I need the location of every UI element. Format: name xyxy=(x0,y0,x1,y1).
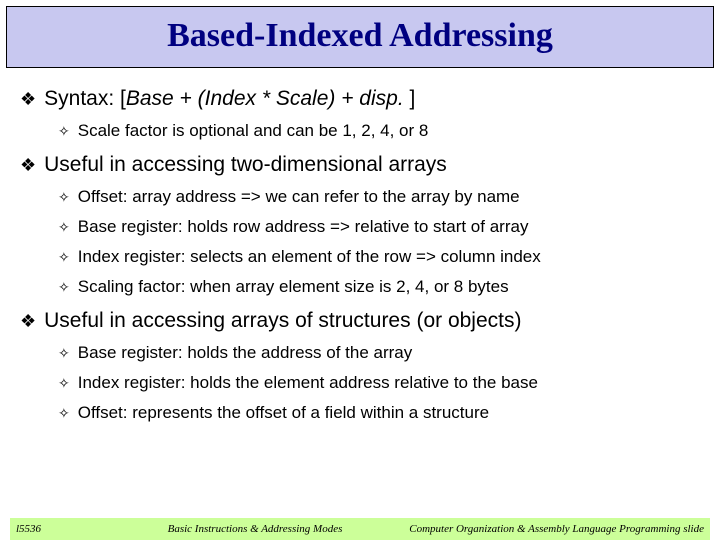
bullet-text: Useful in accessing arrays of structures… xyxy=(44,308,521,334)
slide-title-bar: Based-Indexed Addressing xyxy=(6,6,714,68)
bullet-text: Offset: represents the offset of a field… xyxy=(78,402,489,424)
syntax-prefix: Syntax: [ xyxy=(44,87,126,110)
subbullet-struct-base: ✧ Base register: holds the address of th… xyxy=(58,342,700,364)
slide-footer: l5536 Basic Instructions & Addressing Mo… xyxy=(10,518,710,540)
subbullet-struct-offset: ✧ Offset: represents the offset of a fie… xyxy=(58,402,700,424)
subbullet-scaling: ✧ Scaling factor: when array element siz… xyxy=(58,276,700,298)
bullet-2d-arrays: ❖ Useful in accessing two-dimensional ar… xyxy=(20,152,700,178)
footer-center: Basic Instructions & Addressing Modes xyxy=(120,523,390,535)
diamond-bullet-icon: ❖ xyxy=(20,86,36,112)
cross-bullet-icon: ✧ xyxy=(58,216,70,238)
cross-bullet-icon: ✧ xyxy=(58,372,70,394)
diamond-bullet-icon: ❖ xyxy=(20,152,36,178)
subbullet-offset: ✧ Offset: array address => we can refer … xyxy=(58,186,700,208)
bullet-text: Useful in accessing two-dimensional arra… xyxy=(44,152,447,178)
cross-bullet-icon: ✧ xyxy=(58,120,70,142)
bullet-struct-arrays: ❖ Useful in accessing arrays of structur… xyxy=(20,308,700,334)
cross-bullet-icon: ✧ xyxy=(58,186,70,208)
bullet-text: Base register: holds the address of the … xyxy=(78,342,413,364)
diamond-bullet-icon: ❖ xyxy=(20,308,36,334)
bullet-text: Index register: holds the element addres… xyxy=(78,372,538,394)
bullet-text: Scale factor is optional and can be 1, 2… xyxy=(78,120,429,142)
bullet-text: Syntax: [Base + (Index * Scale) + disp. … xyxy=(44,86,415,112)
subbullet-scale: ✧ Scale factor is optional and can be 1,… xyxy=(58,120,700,142)
subbullet-struct-index: ✧ Index register: holds the element addr… xyxy=(58,372,700,394)
syntax-suffix: ] xyxy=(404,87,416,110)
footer-left: l5536 xyxy=(10,523,120,535)
bullet-syntax: ❖ Syntax: [Base + (Index * Scale) + disp… xyxy=(20,86,700,112)
bullet-text: Index register: selects an element of th… xyxy=(78,246,541,268)
slide-content: ❖ Syntax: [Base + (Index * Scale) + disp… xyxy=(0,68,720,424)
bullet-text: Offset: array address => we can refer to… xyxy=(78,186,520,208)
bullet-text: Base register: holds row address => rela… xyxy=(78,216,529,238)
cross-bullet-icon: ✧ xyxy=(58,342,70,364)
cross-bullet-icon: ✧ xyxy=(58,402,70,424)
slide-title: Based-Indexed Addressing xyxy=(7,17,713,55)
cross-bullet-icon: ✧ xyxy=(58,246,70,268)
subbullet-index: ✧ Index register: selects an element of … xyxy=(58,246,700,268)
syntax-expr: Base + (Index * Scale) + disp. xyxy=(126,87,404,110)
subbullet-base: ✧ Base register: holds row address => re… xyxy=(58,216,700,238)
footer-right: Computer Organization & Assembly Languag… xyxy=(390,523,710,535)
bullet-text: Scaling factor: when array element size … xyxy=(78,276,509,298)
cross-bullet-icon: ✧ xyxy=(58,276,70,298)
